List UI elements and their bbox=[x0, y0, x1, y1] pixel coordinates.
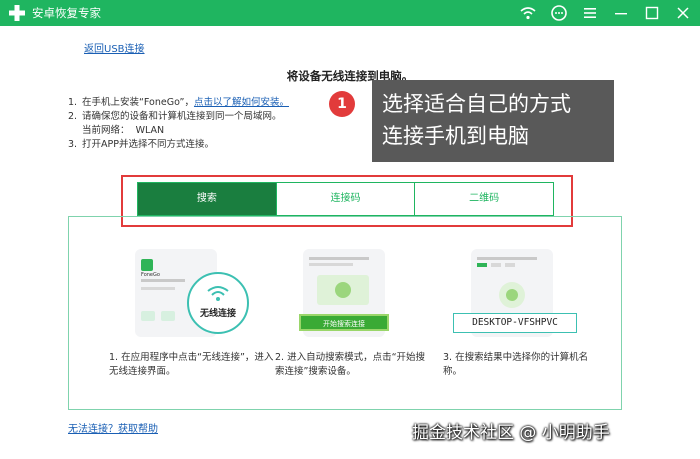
tab-search[interactable]: 搜索 bbox=[138, 183, 276, 215]
get-help-link[interactable]: 无法连接？获取帮助 bbox=[68, 420, 158, 435]
callout-number-badge: 1 bbox=[329, 91, 355, 117]
callout-line-2: 连接手机到电脑 bbox=[382, 124, 529, 148]
title-bar: 安卓恢复专家 bbox=[0, 0, 700, 26]
current-network: 当前网络： WLAN bbox=[82, 125, 165, 136]
connection-method-tabs: 搜索 连接码 二维码 bbox=[137, 182, 554, 216]
wifi-icon[interactable] bbox=[519, 4, 537, 22]
start-search-button: 开始搜索连接 bbox=[299, 314, 389, 331]
wifi-icon bbox=[207, 286, 229, 301]
close-icon[interactable] bbox=[674, 4, 692, 22]
wireless-connect-badge: 无线连接 bbox=[187, 272, 249, 334]
watermark: 掘金技术社区 @ 小明助手 bbox=[412, 423, 610, 443]
step-2: 2. 请确保您的设备和计算机连接到同一个局域网。 bbox=[68, 111, 282, 122]
step-3: 3. 打开APP并选择不同方式连接。 bbox=[68, 139, 214, 150]
step-desc-3: 3. 在搜索结果中选择你的计算机名称。 bbox=[443, 352, 589, 377]
window-controls bbox=[511, 4, 692, 22]
wireless-connect-label: 无线连接 bbox=[199, 309, 236, 319]
feedback-icon[interactable] bbox=[550, 4, 568, 22]
instructions-panel: FoneGo 无线连接 1. 在应用程序中点击“无线连接”，进入无线连接界面。 … bbox=[68, 216, 622, 410]
step-1: 1. 在手机上安装“FoneGo”，点击以了解如何安装。 bbox=[68, 97, 289, 108]
tab-connection-code[interactable]: 连接码 bbox=[275, 183, 415, 215]
install-guide-link[interactable]: 点击以了解如何安装。 bbox=[194, 97, 289, 108]
app-title: 安卓恢复专家 bbox=[32, 6, 101, 20]
tab-qr-code[interactable]: 二维码 bbox=[414, 183, 553, 215]
menu-icon[interactable] bbox=[581, 4, 599, 22]
app-logo-icon bbox=[9, 5, 25, 21]
callout-annotation: 选择适合自己的方式 连接手机到电脑 bbox=[372, 80, 614, 162]
fonego-app-name: FoneGo bbox=[141, 272, 160, 278]
step-desc-1: 1. 在应用程序中点击“无线连接”，进入无线连接界面。 bbox=[109, 352, 274, 377]
back-to-usb-link[interactable]: 返回USB连接 bbox=[84, 40, 145, 55]
maximize-icon[interactable] bbox=[643, 4, 661, 22]
minimize-icon[interactable] bbox=[612, 4, 630, 22]
callout-line-1: 选择适合自己的方式 bbox=[382, 92, 571, 116]
network-name: WLAN bbox=[135, 125, 165, 136]
step-desc-2: 2. 进入自动搜索模式，点击“开始搜索连接”搜索设备。 bbox=[275, 352, 426, 377]
device-name-item: DESKTOP-VFSHPVC bbox=[453, 313, 577, 333]
instruction-steps: 1. 在手机上安装“FoneGo”，点击以了解如何安装。 2. 请确保您的设备和计算… bbox=[68, 96, 289, 152]
